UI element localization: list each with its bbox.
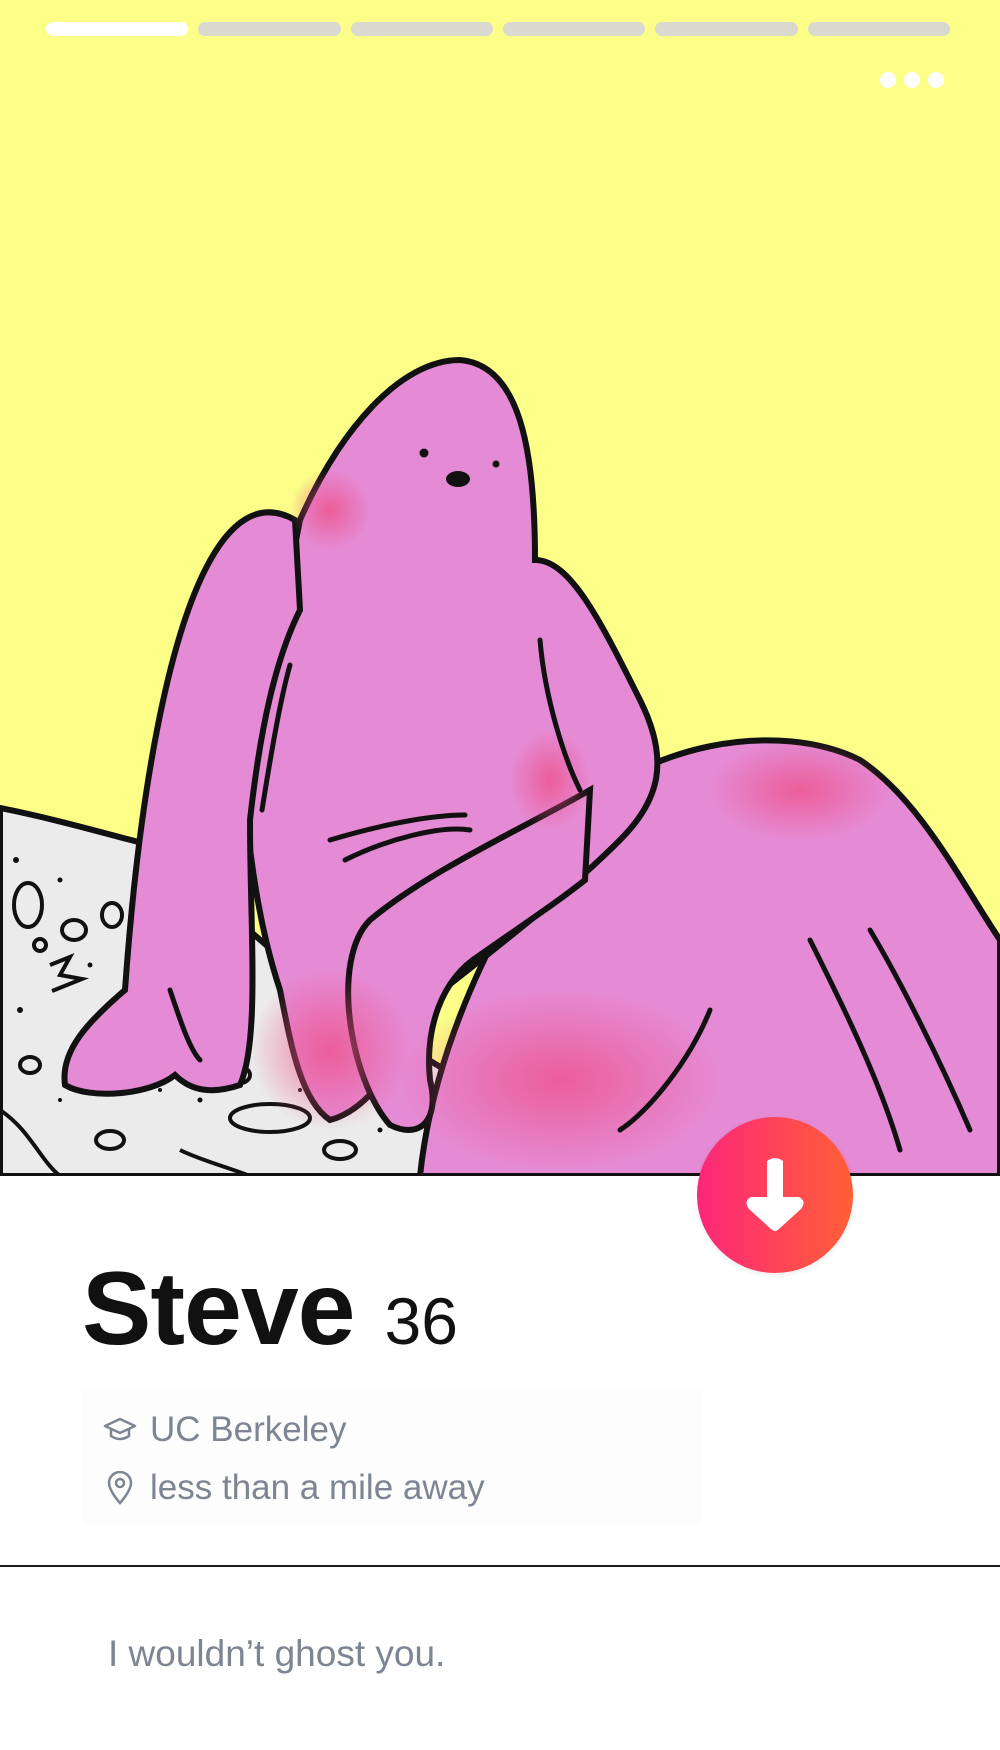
profile-info: UC Berkeley less than a mile away [82,1390,702,1526]
profile-bio: I wouldn’t ghost you. [108,1633,446,1674]
dot [880,72,896,88]
location-pin-icon [102,1470,138,1506]
profile-name: Steve [82,1251,356,1367]
photo-indicator[interactable] [502,22,646,36]
distance-label: less than a mile away [150,1468,485,1507]
graduation-cap-icon [102,1412,138,1448]
more-dots-icon[interactable] [880,72,944,88]
dot [928,72,944,88]
profile-header: Steve 36 [82,1250,458,1369]
photo-indicator[interactable] [655,22,798,36]
school-row: UC Berkeley [102,1410,346,1450]
profile-age: 36 [384,1284,458,1358]
photo-progress-bar [46,22,950,36]
profile-photo[interactable] [0,0,1000,1176]
collapse-profile-button[interactable] [697,1117,853,1273]
photo-indicator[interactable] [807,22,950,36]
photo-illustration [0,356,1000,1176]
school-label: UC Berkeley [150,1410,347,1449]
section-divider [0,1565,1000,1567]
photo-indicator[interactable] [198,22,341,36]
dot [904,72,920,88]
photo-indicator[interactable] [350,22,493,36]
arrow-down-icon [746,1158,804,1231]
photo-indicator-active[interactable] [46,22,189,36]
distance-row: less than a mile away [102,1468,485,1508]
